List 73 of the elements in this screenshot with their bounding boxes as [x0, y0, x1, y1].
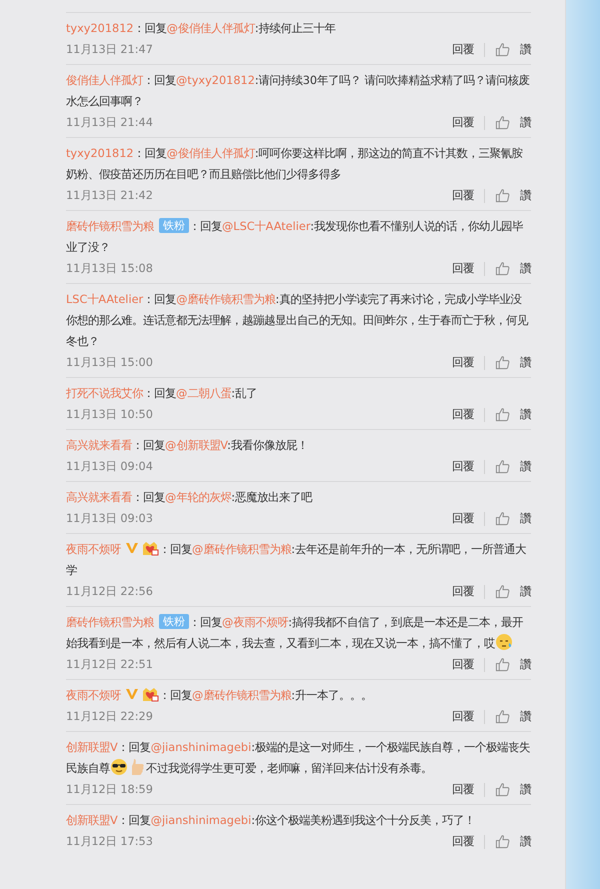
timestamp: 11月12日 22:29	[66, 709, 153, 724]
v-icon	[125, 687, 139, 701]
comment-text: 夜雨不烦呀 ：回复@磨砖作镜积雪为粮:升一本了。。。	[66, 685, 531, 706]
thumbs-up-icon[interactable]	[495, 709, 510, 724]
comment-text: 创新联盟V：回复@jianshinimagebi:极端的是这一对师生，一个极端民族自尊，一个极端丧失民族自尊 不过我觉得学生更可爱，老师嘛，留洋回来估计没有杀毒。	[66, 740, 531, 778]
reply-link[interactable]: 回覆	[452, 115, 474, 130]
reply-link[interactable]: 回覆	[452, 407, 474, 422]
like-link[interactable]: 讚	[520, 782, 531, 797]
like-link[interactable]: 讚	[520, 459, 531, 474]
like-link[interactable]: 讚	[520, 407, 531, 422]
thumbs-up-icon[interactable]	[495, 407, 510, 422]
thumbs-up-icon[interactable]	[495, 657, 510, 672]
comment-text: tyxy201812：回复@俊俏佳人伴孤灯:持续何止三十年	[66, 21, 337, 37]
like-link[interactable]: 讚	[520, 261, 531, 276]
thumbs-up-icon[interactable]	[495, 834, 510, 849]
timestamp: 11月13日 09:04	[66, 459, 153, 474]
timestamp: 11月13日 15:08	[66, 261, 153, 276]
reply-link[interactable]: 回覆	[452, 42, 474, 57]
thumbs-up-icon[interactable]	[495, 584, 510, 599]
comment-text: 高兴就来看看：回复@创新联盟V:我看你像放屁！	[66, 438, 309, 454]
thumbs-up-icon[interactable]	[495, 782, 510, 797]
like-link[interactable]: 讚	[520, 709, 531, 724]
sweat-face-icon	[495, 633, 513, 651]
reply-link[interactable]: 回覆	[452, 355, 474, 370]
reply-link[interactable]: 回覆	[452, 261, 474, 276]
reply-link[interactable]: 回覆	[452, 709, 474, 724]
timestamp: 11月13日 21:42	[66, 188, 153, 203]
like-link[interactable]: 讚	[520, 115, 531, 130]
comment-text: LSC十AAtelier：回复@磨砖作镜积雪为粮:真的坚持把小学读完了再来讨论，完成小学毕业没你想的那么难。连话意都无法理解，越蹦越显出自己的无知。田间蚱尔，生于春而亡于秋，何见冬也？	[66, 292, 530, 350]
timestamp: 11月12日 17:53	[66, 834, 153, 849]
v-icon	[125, 541, 139, 555]
timestamp: 11月13日 09:03	[66, 511, 153, 526]
fan-badge: 铁粉	[159, 218, 189, 233]
comment-text: 打死不说我艾你：回复@二朝八蛋:乱了	[66, 386, 258, 402]
like-link[interactable]: 讚	[520, 834, 531, 849]
comment-text: 磨砖作镜积雪为粮 铁粉 ：回复@LSC十AAtelier:我发现你也看不懂别人说的话，你幼儿园毕业了没？	[66, 217, 524, 256]
comment-text: 磨砖作镜积雪为粮 铁粉 ：回复@夜雨不烦呀:搞得我都不自信了，到底是一本还是二本，最开始我看到是一本，然后有人说二本，我去查，又看到二本，现在又说一本，搞不懂了，哎	[66, 613, 524, 653]
reply-link[interactable]: 回覆	[452, 511, 474, 526]
comment-text: 俊俏佳人伴孤灯：回复@tyxy201812:请问持续30年了吗？ 请问吹捧精益求精了吗？请问核废水怎么回事啊？	[66, 73, 531, 110]
like-link[interactable]: 讚	[520, 511, 531, 526]
reply-link[interactable]: 回覆	[452, 188, 474, 203]
crown-heart-icon	[141, 540, 159, 556]
fan-badge: 铁粉	[159, 614, 189, 629]
thumbs-up-icon[interactable]	[495, 42, 510, 57]
timestamp: 11月12日 22:56	[66, 584, 153, 599]
like-link[interactable]: 讚	[520, 584, 531, 599]
like-link[interactable]: 讚	[520, 657, 531, 672]
thumbs-up-icon[interactable]	[495, 355, 510, 370]
thumbs-up-icon[interactable]	[495, 511, 510, 526]
timestamp: 11月12日 22:51	[66, 657, 153, 672]
timestamp: 11月12日 18:59	[66, 782, 153, 797]
thumbs-up-icon[interactable]	[495, 459, 510, 474]
comment-text: 夜雨不烦呀 ：回复@磨砖作镜积雪为粮:去年还是前年升的一本，无所谓吧，一所普通大学	[66, 539, 531, 581]
thumbs-up-icon[interactable]	[495, 261, 510, 276]
reply-link[interactable]: 回覆	[452, 459, 474, 474]
like-link[interactable]: 讚	[520, 42, 531, 57]
reply-link[interactable]: 回覆	[452, 657, 474, 672]
comment-text: 创新联盟V：回复@jianshinimagebi:你这个极端美粉遇到我这个十分反美，巧了！	[66, 813, 476, 829]
timestamp: 11月13日 15:00	[66, 355, 153, 370]
reply-link[interactable]: 回覆	[452, 782, 474, 797]
like-link[interactable]: 讚	[520, 355, 531, 370]
comment-text: tyxy201812：回复@俊俏佳人伴孤灯:呵呵你要这样比啊，那这边的简直不计其数，三聚氰胺奶粉、假疫苗还历历在目吧？而且赔偿比他们少得多得多	[66, 146, 524, 183]
crown-heart-icon	[141, 686, 159, 702]
timestamp: 11月13日 10:50	[66, 407, 153, 422]
like-link[interactable]: 讚	[520, 188, 531, 203]
timestamp: 11月13日 21:47	[66, 42, 153, 57]
thumbs-up-icon[interactable]	[495, 115, 510, 130]
timestamp: 11月13日 21:44	[66, 115, 153, 130]
comment-text: 高兴就来看看：回复@年轮的灰烬:恶魔放出来了吧	[66, 490, 314, 506]
thumbs-up-icon[interactable]	[495, 188, 510, 203]
reply-link[interactable]: 回覆	[452, 584, 474, 599]
reply-link[interactable]: 回覆	[452, 834, 474, 849]
sunglasses-face-icon	[110, 758, 128, 776]
